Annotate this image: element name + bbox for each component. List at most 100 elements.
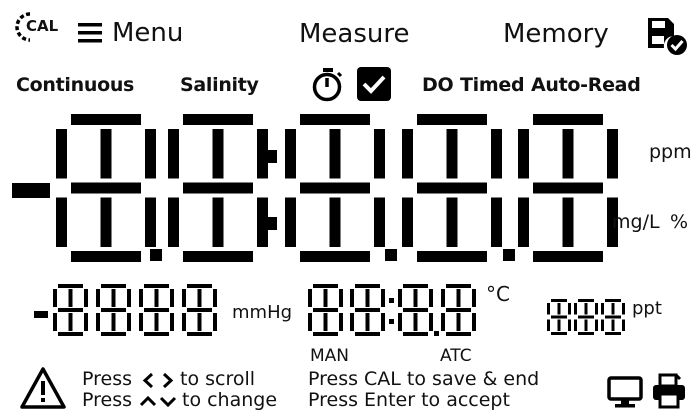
measure-tab[interactable]: Measure (299, 21, 410, 47)
lcd-segment (182, 313, 186, 331)
pressure-digit-4 (182, 284, 217, 336)
pressure-digit-2 (96, 284, 131, 336)
lcd-segment (605, 332, 621, 335)
auto-read-label: Auto-Read (531, 74, 641, 96)
save-memory-button[interactable] (646, 16, 688, 56)
lcd-segment (578, 315, 594, 319)
lcd-segment (111, 289, 116, 307)
lcd-segment (154, 313, 159, 331)
lcd-segment (441, 313, 445, 331)
lcd-segment (339, 289, 343, 307)
lcd-segment (68, 289, 73, 307)
lcd-segment (607, 129, 618, 179)
lcd-segment (300, 182, 370, 194)
lcd-segment (56, 129, 67, 179)
lcd-segment (212, 197, 224, 247)
lcd-segment (605, 299, 621, 302)
unit-mgl: mg/L (612, 211, 660, 233)
continuous-mode[interactable]: Continuous (16, 76, 134, 95)
temp-digit-2 (350, 284, 385, 336)
lcd-segment (350, 289, 354, 307)
computer-button[interactable] (606, 375, 644, 409)
lcd-segment (574, 319, 577, 331)
salinity-mode[interactable]: Salinity (180, 76, 259, 95)
printer-button[interactable] (651, 373, 687, 409)
lcd-segment (381, 313, 385, 331)
lcd-segment (578, 299, 594, 302)
lcd-segment (562, 129, 574, 179)
lcd-segment (547, 319, 550, 331)
change-prefix: Press (82, 389, 133, 411)
main-colon (264, 150, 277, 230)
lcd-segment (568, 319, 571, 331)
lcd-segment (329, 197, 341, 247)
pressure-digit-1 (53, 284, 88, 336)
temp-digit-4 (441, 284, 476, 336)
lcd-segment (212, 129, 224, 179)
cal-button[interactable]: CAL (14, 10, 64, 44)
lcd-segment (144, 332, 169, 336)
lcd-segment (170, 289, 174, 307)
lcd-segment (168, 197, 179, 247)
lcd-segment (595, 303, 598, 315)
lcd-segment (168, 129, 179, 179)
lcd-segment (398, 313, 402, 331)
lcd-segment (374, 197, 385, 247)
memory-tab[interactable]: Memory (503, 21, 609, 47)
menu-button[interactable]: Menu (78, 20, 188, 50)
lcd-segment (329, 129, 341, 179)
lcd-segment (139, 313, 143, 331)
lcd-segment (187, 284, 212, 288)
main-digit-4 (402, 114, 502, 262)
lcd-segment (374, 129, 385, 179)
lcd-segment (71, 114, 141, 125)
lcd-segment (313, 332, 338, 336)
lcd-segment (446, 308, 471, 312)
lcd-segment (557, 319, 561, 331)
sal-unit: ppt (632, 298, 662, 319)
lcd-segment (154, 289, 159, 307)
lcd-segment (551, 332, 567, 335)
lcd-segment (622, 303, 625, 315)
scroll-suffix: to scroll (180, 368, 256, 390)
lcd-segment (441, 289, 445, 307)
lcd-segment (611, 319, 615, 331)
lcd-segment (562, 197, 574, 247)
main-digit-3 (285, 114, 385, 262)
lcd-segment (551, 299, 567, 302)
lcd-segment (139, 289, 143, 307)
lcd-segment (144, 284, 169, 288)
lcd-segment (71, 251, 141, 262)
change-suffix: to change (182, 389, 278, 411)
pressure-digit-3 (139, 284, 174, 336)
timer-button[interactable] (311, 67, 345, 103)
lcd-segment (313, 284, 338, 288)
lcd-segment (308, 289, 312, 307)
lcd-segment (402, 129, 413, 179)
lcd-segment (127, 313, 131, 331)
lcd-segment (574, 303, 577, 315)
temp-unit: °C (486, 282, 510, 306)
lcd-segment (323, 289, 328, 307)
lcd-segment (182, 289, 186, 307)
main-digit-2 (168, 114, 268, 262)
instruction-change: Press to change (82, 389, 302, 412)
lcd-segment (300, 251, 370, 262)
lcd-segment (584, 319, 588, 331)
lcd-segment (518, 129, 529, 179)
lcd-segment (197, 313, 202, 331)
change-arrows-icon (139, 395, 177, 408)
lcd-segment (68, 313, 73, 331)
main-digit-1 (56, 114, 156, 262)
lcd-segment (313, 308, 338, 312)
lcd-segment (100, 129, 112, 179)
lcd-segment (96, 313, 100, 331)
lcd-segment (551, 315, 567, 319)
warning-icon (20, 367, 66, 409)
lcd-segment (53, 313, 57, 331)
atc-label: ATC (440, 346, 472, 366)
computer-icon (607, 376, 643, 408)
lcd-segment (145, 129, 156, 179)
main-sign (12, 183, 50, 198)
checkbox[interactable] (357, 67, 391, 101)
